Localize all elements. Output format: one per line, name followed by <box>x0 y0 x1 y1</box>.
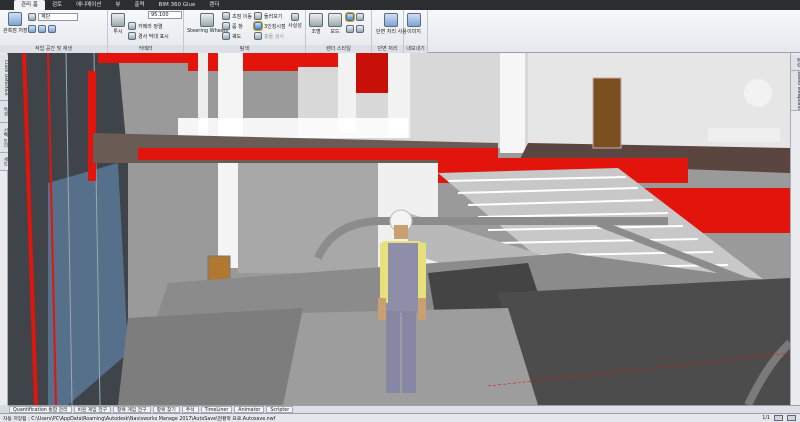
panel-title-camera: 카메라 <box>108 45 183 53</box>
fov-field[interactable]: 95.100 <box>148 11 182 19</box>
right-dock: 특성 Saved Viewpoints <box>790 53 800 405</box>
collision-button[interactable]: 충돌 검사 <box>254 32 284 40</box>
text-icon <box>356 25 364 33</box>
pan-icon <box>222 12 230 20</box>
panel-title-section: 단면 처리 <box>372 45 403 53</box>
zoom-button[interactable]: 줌 창 <box>222 22 243 30</box>
ribbon-tab[interactable]: 애니메이션 <box>69 0 108 10</box>
ribbon-tab[interactable]: 뷰 <box>108 0 127 10</box>
scene-render <box>8 53 790 405</box>
bottom-tab[interactable]: Quantification 통합 관리 <box>9 406 72 413</box>
bottom-tab[interactable]: 항목 찾기 <box>152 406 180 413</box>
panel-title-navigate: 탐색 <box>184 45 305 53</box>
ribbon-tab[interactable]: 출력 <box>127 0 151 10</box>
pan-button[interactable]: 초점 이동 <box>222 12 252 20</box>
point-icon <box>346 25 354 33</box>
ribbon-tab[interactable] <box>0 0 14 10</box>
play-icon <box>28 13 36 21</box>
render-style-toggles-2[interactable] <box>346 25 364 33</box>
left-dock: Clash Detective 특성 선택 트리 세트 <box>0 53 8 405</box>
image-icon <box>407 13 421 27</box>
flashlight-icon <box>309 13 323 27</box>
3d-viewport[interactable] <box>8 53 790 405</box>
cube-icon <box>111 13 125 27</box>
progress-icon <box>774 415 783 421</box>
misc-tool-button[interactable] <box>28 25 56 33</box>
render-style-toggles[interactable] <box>345 12 364 22</box>
ribbon-tab[interactable]: 렌더 <box>202 0 226 10</box>
bottom-tab[interactable]: 주석 <box>181 406 199 413</box>
zoom-icon <box>222 22 230 30</box>
status-text: 자동 저장됨 : C:\Users\PC\AppData\Roaming\Aut… <box>3 416 276 422</box>
tool-icon <box>28 25 36 33</box>
dock-tab-saved-viewpoints[interactable]: Saved Viewpoints <box>791 71 800 111</box>
surface-icon <box>345 12 355 22</box>
steering-wheel-icon <box>200 13 215 27</box>
walk-icon <box>254 12 262 20</box>
dock-tab-clash[interactable]: Clash Detective <box>0 55 8 101</box>
line-icon <box>356 13 364 21</box>
panel-title-workspace: 작업 공간 및 재생 <box>0 45 107 53</box>
render-mode-icon <box>328 13 342 27</box>
camera-icon <box>8 12 23 26</box>
panel-export: 이미지 내보내기 <box>404 10 428 53</box>
save-viewpoint-button[interactable]: 관측점 저장 <box>3 12 28 34</box>
tool-icon <box>48 25 56 33</box>
collision-icon <box>254 32 262 40</box>
enable-sectioning-button[interactable]: 단면 처리 사용 <box>376 13 407 35</box>
panel-title-export: 내보내기 <box>404 45 427 53</box>
third-person-icon <box>253 21 263 31</box>
dock-tab-properties-right[interactable]: 특성 <box>791 55 800 71</box>
ribbon-tab[interactable]: 검토 <box>45 0 69 10</box>
dock-tab-properties[interactable]: 특성 <box>0 101 8 123</box>
orbit-button[interactable]: 궤도 <box>222 32 241 40</box>
bottom-tab[interactable]: 비원 게임 전구 <box>73 406 112 413</box>
panel-title-render: 렌더 스타일 <box>306 45 371 53</box>
panel-camera: 투시 95.100 카메라 정렬 경사 막대 표시 카메라 <box>108 10 184 53</box>
section-icon <box>384 13 399 27</box>
ribbon-tab[interactable]: BIM 360 Glue <box>152 0 203 10</box>
walk-button[interactable]: 둘러보기 <box>254 12 282 20</box>
status-bar: 자동 저장됨 : C:\Users\PC\AppData\Roaming\Aut… <box>0 413 800 422</box>
panel-section: 단면 처리 사용 단면 처리 <box>372 10 407 53</box>
realism-icon <box>290 13 299 21</box>
realism-button[interactable]: 사실성 <box>288 13 302 29</box>
panel-navigate: Steering Wheels 초점 이동 줌 창 궤도 둘러보기 3인칭시점 … <box>184 10 306 53</box>
align-camera-button[interactable]: 카메라 정렬 <box>128 22 163 30</box>
dock-tab-sets[interactable]: 세트 <box>0 153 8 171</box>
tool-icon <box>38 25 46 33</box>
page-counter: 1/1 <box>762 415 770 421</box>
ribbon-tab[interactable] <box>226 0 240 10</box>
ribbon: 관측점 저장 계단 작업 공간 및 재생 투시 95.100 카메라 정렬 경사… <box>0 10 800 53</box>
memory-icon <box>787 415 796 421</box>
ribbon-tab[interactable]: 관리 홈 <box>14 0 45 10</box>
render-mode-button[interactable]: 모드 <box>328 13 342 35</box>
bottom-tab[interactable]: Animator <box>234 406 265 413</box>
viewpoint-select[interactable]: 계단 <box>38 13 78 21</box>
panel-workspace: 관측점 저장 계단 작업 공간 및 재생 <box>0 10 108 53</box>
perspective-button[interactable]: 투시 <box>111 13 125 35</box>
tilt-icon <box>128 32 136 40</box>
status-right: 1/1 <box>762 415 796 421</box>
bottom-tab[interactable]: 항목 게임 전구 <box>113 406 151 413</box>
dock-tab-selection-tree[interactable]: 선택 트리 <box>0 123 8 153</box>
play-button[interactable]: 계단 <box>28 13 78 21</box>
third-person-button[interactable]: 3인칭시점 <box>253 21 286 31</box>
lighting-button[interactable]: 조명 <box>309 13 323 35</box>
bottom-tab[interactable]: TimeLiner <box>200 406 233 413</box>
bottom-tab[interactable]: Scripter <box>266 406 294 413</box>
align-icon <box>128 22 136 30</box>
navisworks-window: 관리 홈 검토 애니메이션 뷰 출력 BIM 360 Glue 렌더 관측점 저장 계단 작… <box>0 0 800 422</box>
ribbon-tab-bar: 관리 홈 검토 애니메이션 뷰 출력 BIM 360 Glue 렌더 <box>0 0 800 10</box>
panel-render-style: 조명 모드 렌더 스타일 <box>306 10 372 53</box>
orbit-icon <box>222 32 230 40</box>
bottom-tool-tabs: Quantification 통합 관리 비원 게임 전구 항목 게임 전구 항목 찾… <box>8 405 800 413</box>
export-image-button[interactable]: 이미지 <box>407 13 421 35</box>
show-tilt-button[interactable]: 경사 막대 표시 <box>128 32 169 40</box>
